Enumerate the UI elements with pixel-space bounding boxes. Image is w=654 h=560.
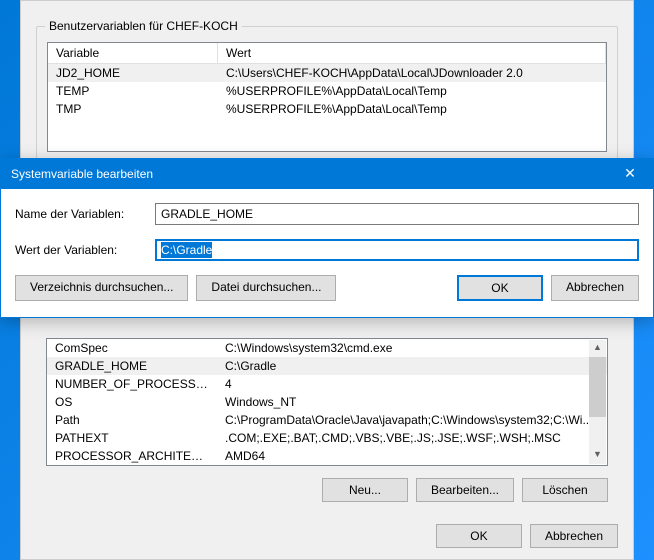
scroll-thumb[interactable] — [589, 357, 606, 417]
variable-value-input[interactable]: C:\Gradle — [155, 239, 639, 261]
new-button[interactable]: Neu... — [322, 478, 408, 502]
ok-button[interactable]: OK — [457, 275, 543, 301]
cancel-button[interactable]: Abbrechen — [551, 275, 639, 301]
scrollbar[interactable]: ▲ ▼ — [589, 340, 606, 464]
table-row[interactable]: GRADLE_HOMEC:\Gradle — [47, 357, 607, 375]
table-row[interactable]: PathC:\ProgramData\Oracle\Java\javapath;… — [47, 411, 607, 429]
delete-button[interactable]: Löschen — [522, 478, 608, 502]
close-icon[interactable]: ✕ — [607, 159, 653, 189]
table-row[interactable]: PROCESSOR_ARCHITECTUREAMD64 — [47, 447, 607, 465]
table-row[interactable]: PATHEXT.COM;.EXE;.BAT;.CMD;.VBS;.VBE;.JS… — [47, 429, 607, 447]
col-variable[interactable]: Variable — [48, 43, 218, 64]
table-header: Variable Wert — [48, 43, 606, 64]
ok-button[interactable]: OK — [436, 524, 522, 548]
user-vars-table[interactable]: Variable Wert JD2_HOME C:\Users\CHEF-KOC… — [47, 42, 607, 152]
sys-vars-table[interactable]: ComSpecC:\Windows\system32\cmd.exe GRADL… — [46, 338, 608, 466]
table-row[interactable]: JD2_HOME C:\Users\CHEF-KOCH\AppData\Loca… — [48, 64, 606, 82]
edit-button[interactable]: Bearbeiten... — [416, 478, 514, 502]
table-row[interactable]: ComSpecC:\Windows\system32\cmd.exe — [47, 339, 607, 357]
cancel-button[interactable]: Abbrechen — [530, 524, 618, 548]
browse-file-button[interactable]: Datei durchsuchen... — [196, 275, 336, 301]
table-row[interactable]: TEMP %USERPROFILE%\AppData\Local\Temp — [48, 82, 606, 100]
titlebar[interactable]: Systemvariable bearbeiten ✕ — [1, 159, 653, 189]
variable-name-input[interactable] — [155, 203, 639, 225]
value-label: Wert der Variablen: — [15, 243, 155, 257]
name-label: Name der Variablen: — [15, 207, 155, 221]
col-value[interactable]: Wert — [218, 43, 606, 64]
user-vars-label: Benutzervariablen für CHEF-KOCH — [45, 19, 242, 33]
dialog-title: Systemvariable bearbeiten — [1, 167, 607, 181]
edit-variable-dialog: Systemvariable bearbeiten ✕ Name der Var… — [0, 158, 654, 318]
scroll-up-icon[interactable]: ▲ — [589, 340, 606, 357]
user-vars-group: Benutzervariablen für CHEF-KOCH Variable… — [36, 26, 618, 163]
scroll-down-icon[interactable]: ▼ — [589, 447, 606, 464]
table-row[interactable]: NUMBER_OF_PROCESSORS4 — [47, 375, 607, 393]
table-row[interactable]: OSWindows_NT — [47, 393, 607, 411]
table-row[interactable]: TMP %USERPROFILE%\AppData\Local\Temp — [48, 100, 606, 118]
browse-dir-button[interactable]: Verzeichnis durchsuchen... — [15, 275, 188, 301]
